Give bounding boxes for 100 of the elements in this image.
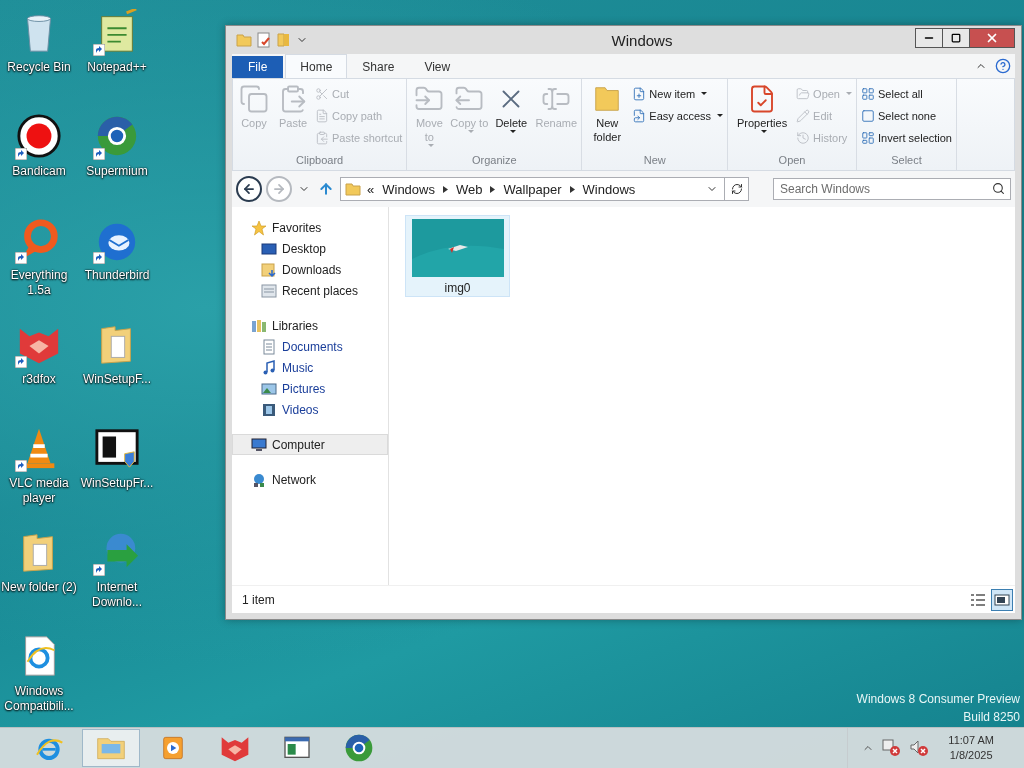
caret-icon	[846, 92, 852, 95]
record-button-icon	[16, 113, 62, 159]
folder-icon	[345, 181, 361, 197]
help-icon[interactable]	[995, 58, 1011, 74]
clipboard-icon	[315, 130, 329, 145]
group-label: Organize	[471, 153, 518, 168]
nav-item[interactable]: Favorites	[232, 217, 388, 238]
breadcrumb[interactable]: Windows	[380, 181, 437, 197]
breadcrumb[interactable]: Windows	[580, 181, 638, 197]
monitor-icon	[261, 240, 277, 257]
grid-icon	[861, 86, 875, 101]
folder-icon	[796, 86, 811, 101]
ribbon-button[interactable]: Invert selection	[860, 127, 953, 148]
ribbon-button[interactable]: Select none	[860, 105, 953, 126]
nav-item[interactable]: Downloads	[232, 259, 388, 280]
large-icons-view-icon	[994, 592, 1010, 607]
ribbon-tab[interactable]: Share	[347, 54, 410, 78]
copy-icon	[239, 84, 269, 114]
film-icon	[261, 401, 277, 418]
group-label: Clipboard	[295, 153, 345, 168]
minimize-button[interactable]	[915, 28, 943, 48]
new-folder-icon	[276, 32, 292, 48]
ribbon-button[interactable]: Properties	[731, 82, 794, 152]
clock-date: 1/8/2025	[949, 748, 993, 763]
ribbon-tab[interactable]: Home	[285, 54, 348, 78]
network-error-icon[interactable]	[882, 739, 903, 757]
breadcrumb[interactable]: Web	[454, 181, 485, 197]
status-text: 1 item	[242, 592, 275, 607]
network-icon	[251, 471, 267, 488]
close-button[interactable]	[969, 28, 1015, 48]
new-document-icon	[632, 86, 647, 101]
desktop-icon-label[interactable]: Notepad++	[79, 60, 155, 75]
caret-icon	[509, 130, 516, 133]
group-label: New	[642, 153, 667, 168]
maximize-icon	[951, 33, 961, 43]
nav-item[interactable]: Documents	[232, 336, 388, 357]
ribbon-button[interactable]: New item	[631, 83, 725, 104]
caret-icon	[760, 130, 767, 133]
breadcrumb-arrow-icon	[490, 185, 496, 193]
pencil-icon	[796, 108, 811, 123]
star-icon	[251, 219, 267, 236]
volume-error-icon[interactable]	[910, 739, 931, 757]
breadcrumb-arrow-icon	[443, 185, 448, 193]
file-tab[interactable]: File	[232, 56, 284, 78]
nav-item[interactable]: Desktop	[232, 238, 388, 259]
grid-icon	[861, 130, 875, 145]
nav-item[interactable]: Libraries	[232, 315, 388, 336]
document-icon	[261, 338, 277, 355]
close-icon	[985, 31, 999, 45]
caret-icon	[427, 144, 434, 147]
folder-icon	[236, 32, 252, 48]
breadcrumb-arrow-icon	[569, 185, 575, 193]
clock-time: 11:07 AM	[948, 733, 994, 748]
search-field[interactable]: Search Windows	[773, 178, 1011, 200]
large-icons-view-button[interactable]	[991, 588, 1013, 611]
desktop-icon-label[interactable]: WinSetupFr...	[79, 476, 155, 491]
clock[interactable]: 11:07 AM 1/8/2025	[948, 733, 994, 763]
document-icon	[315, 108, 329, 123]
nav-item[interactable]: Pictures	[232, 378, 388, 399]
build-text: Build 8250	[963, 709, 1020, 726]
desktop-icon-label[interactable]: VLC media player	[1, 476, 77, 506]
recent-places-icon	[261, 282, 277, 299]
ribbon-button[interactable]: Delete	[490, 82, 533, 152]
back-button[interactable]	[236, 176, 262, 202]
document-arrow-icon	[632, 108, 647, 123]
caret-icon	[717, 114, 724, 117]
caret-icon	[701, 92, 708, 95]
details-view-icon	[970, 592, 986, 607]
overflow-chevron: «	[367, 181, 375, 197]
history-icon	[796, 130, 811, 145]
computer-icon	[251, 436, 267, 453]
nav-item[interactable]: Recent places	[232, 280, 388, 301]
properties-icon	[256, 32, 272, 48]
nav-item[interactable]: Computer	[232, 434, 388, 455]
nav-item[interactable]: Music	[232, 357, 388, 378]
picture-icon	[261, 380, 277, 397]
globe-icon	[343, 732, 375, 764]
breadcrumb[interactable]: Wallpaper	[501, 181, 564, 197]
ribbon-button[interactable]: Select all	[860, 83, 953, 104]
address-bar[interactable]: « Windows Web Wallpaper Windows	[340, 177, 749, 201]
ribbon-tab[interactable]: View	[409, 54, 466, 78]
search-icon	[992, 182, 1005, 195]
ribbon-button[interactable]: Easy access	[631, 105, 725, 126]
caret-icon	[467, 130, 474, 133]
group-label: Select	[890, 153, 923, 168]
desktop-icon-label[interactable]: Windows Compatibili...	[1, 684, 77, 714]
desktop-icon-label[interactable]: Recycle Bin	[1, 60, 77, 75]
scissors-icon	[315, 86, 329, 101]
file-item[interactable]: img0	[405, 215, 510, 297]
music-note-icon	[261, 359, 277, 376]
build-text: Windows 8 Consumer Preview	[856, 691, 1020, 708]
group-label: Open	[777, 153, 807, 168]
nav-item[interactable]: Videos	[232, 399, 388, 420]
desktop-icon-label[interactable]: Internet Downlo...	[79, 580, 155, 610]
library-icon	[251, 317, 267, 334]
window-title: Windows	[610, 31, 674, 49]
desktop-icon-label[interactable]: New folder (2)	[1, 580, 77, 595]
ribbon-button[interactable]: New folder	[585, 82, 630, 152]
maximize-button[interactable]	[942, 28, 970, 48]
nav-item[interactable]: Network	[232, 469, 388, 490]
